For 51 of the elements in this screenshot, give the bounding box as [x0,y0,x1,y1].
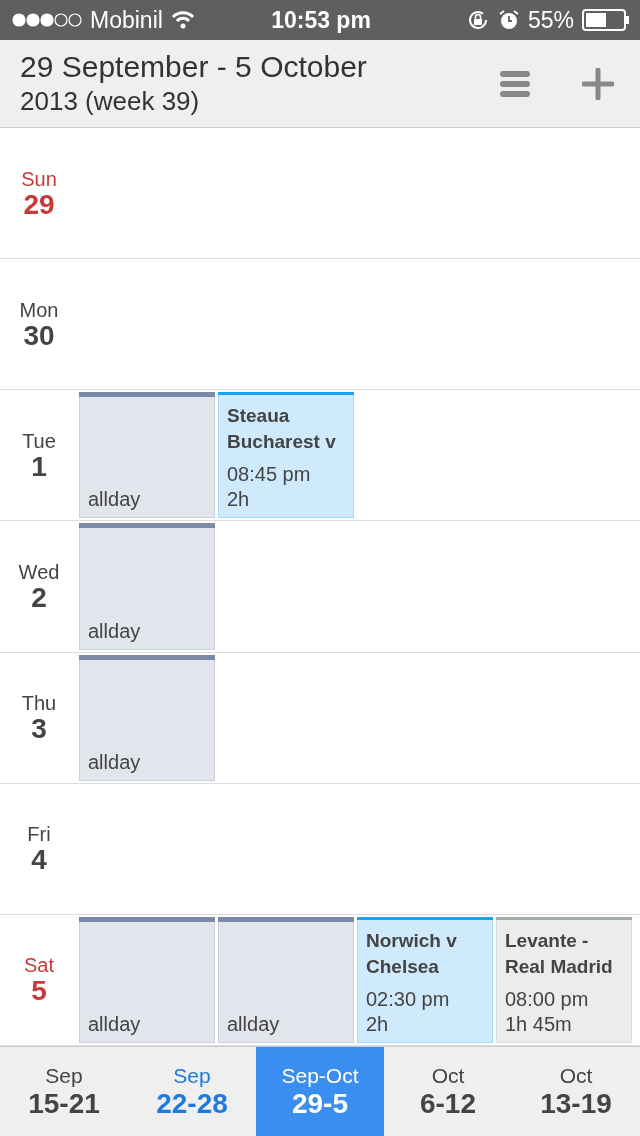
week-tab[interactable]: Sep 15-21 [0,1047,128,1136]
week-tab[interactable]: Oct 13-19 [512,1047,640,1136]
week-subtitle: 2013 (week 39) [20,86,201,117]
day-number: 2 [31,584,47,612]
battery-percent: 55% [527,6,574,34]
battery-icon [582,9,630,31]
event-card[interactable]: Norwich v Chelsea 02:30 pm 2h [357,916,493,1043]
weekday-name: Sun [21,167,57,191]
event-allday-label: allday [88,750,142,774]
weekday-name: Thu [21,692,57,716]
day-number: 3 [31,715,47,744]
event-duration: 1h 45m [505,1013,573,1036]
event-allday-label: allday [227,1013,281,1036]
event-card[interactable]: Levante - Real Madrid 08:00 pm 1h 45m [496,916,632,1043]
event-card[interactable]: allday [79,392,215,519]
event-allday-label: allday [88,488,142,512]
weekday-name: Fri [27,823,51,847]
plus-icon [582,67,614,100]
weekday-name: Tue [22,429,56,453]
wifi-icon [170,11,195,29]
event-card[interactable]: allday [79,523,215,650]
week-tab[interactable]: Sep 22-28 [128,1047,256,1136]
event-allday-label: allday [88,619,142,643]
weekday-name: Sat [24,954,54,978]
weekday-name: Mon [19,298,59,322]
day-number: 29 [23,190,55,219]
event-title: Steaua Bucharest v [227,404,337,455]
weekday-name: Wed [18,561,60,584]
alarm-icon [497,9,520,31]
menu-icon [500,70,530,97]
day-number: 1 [31,452,47,481]
day-number: 4 [31,846,47,875]
day-number: 30 [23,321,55,350]
event-title: Norwich v Chelsea [366,929,458,979]
signal-icon [12,13,82,27]
clock-time: 10:53 pm [271,6,371,34]
event-time: 08:45 pm [227,463,312,487]
event-card[interactable]: Steaua Bucharest v 08:45 pm 2h [218,392,354,519]
event-title: Levante - Real Madrid [505,929,614,979]
carrier-name: Mobinil [90,6,163,34]
event-card[interactable]: allday [218,916,354,1043]
event-duration: 2h [227,488,251,512]
event-card[interactable]: allday [79,916,215,1043]
event-time: 02:30 pm [366,988,451,1011]
event-duration: 2h [366,1013,390,1036]
event-card[interactable]: allday [79,654,215,781]
day-number: 5 [31,977,47,1006]
week-title: 29 September - 5 October [20,50,368,84]
event-allday-label: allday [88,1013,142,1036]
event-time: 08:00 pm [505,988,590,1011]
week-tab[interactable]: Oct 6-12 [384,1047,512,1136]
